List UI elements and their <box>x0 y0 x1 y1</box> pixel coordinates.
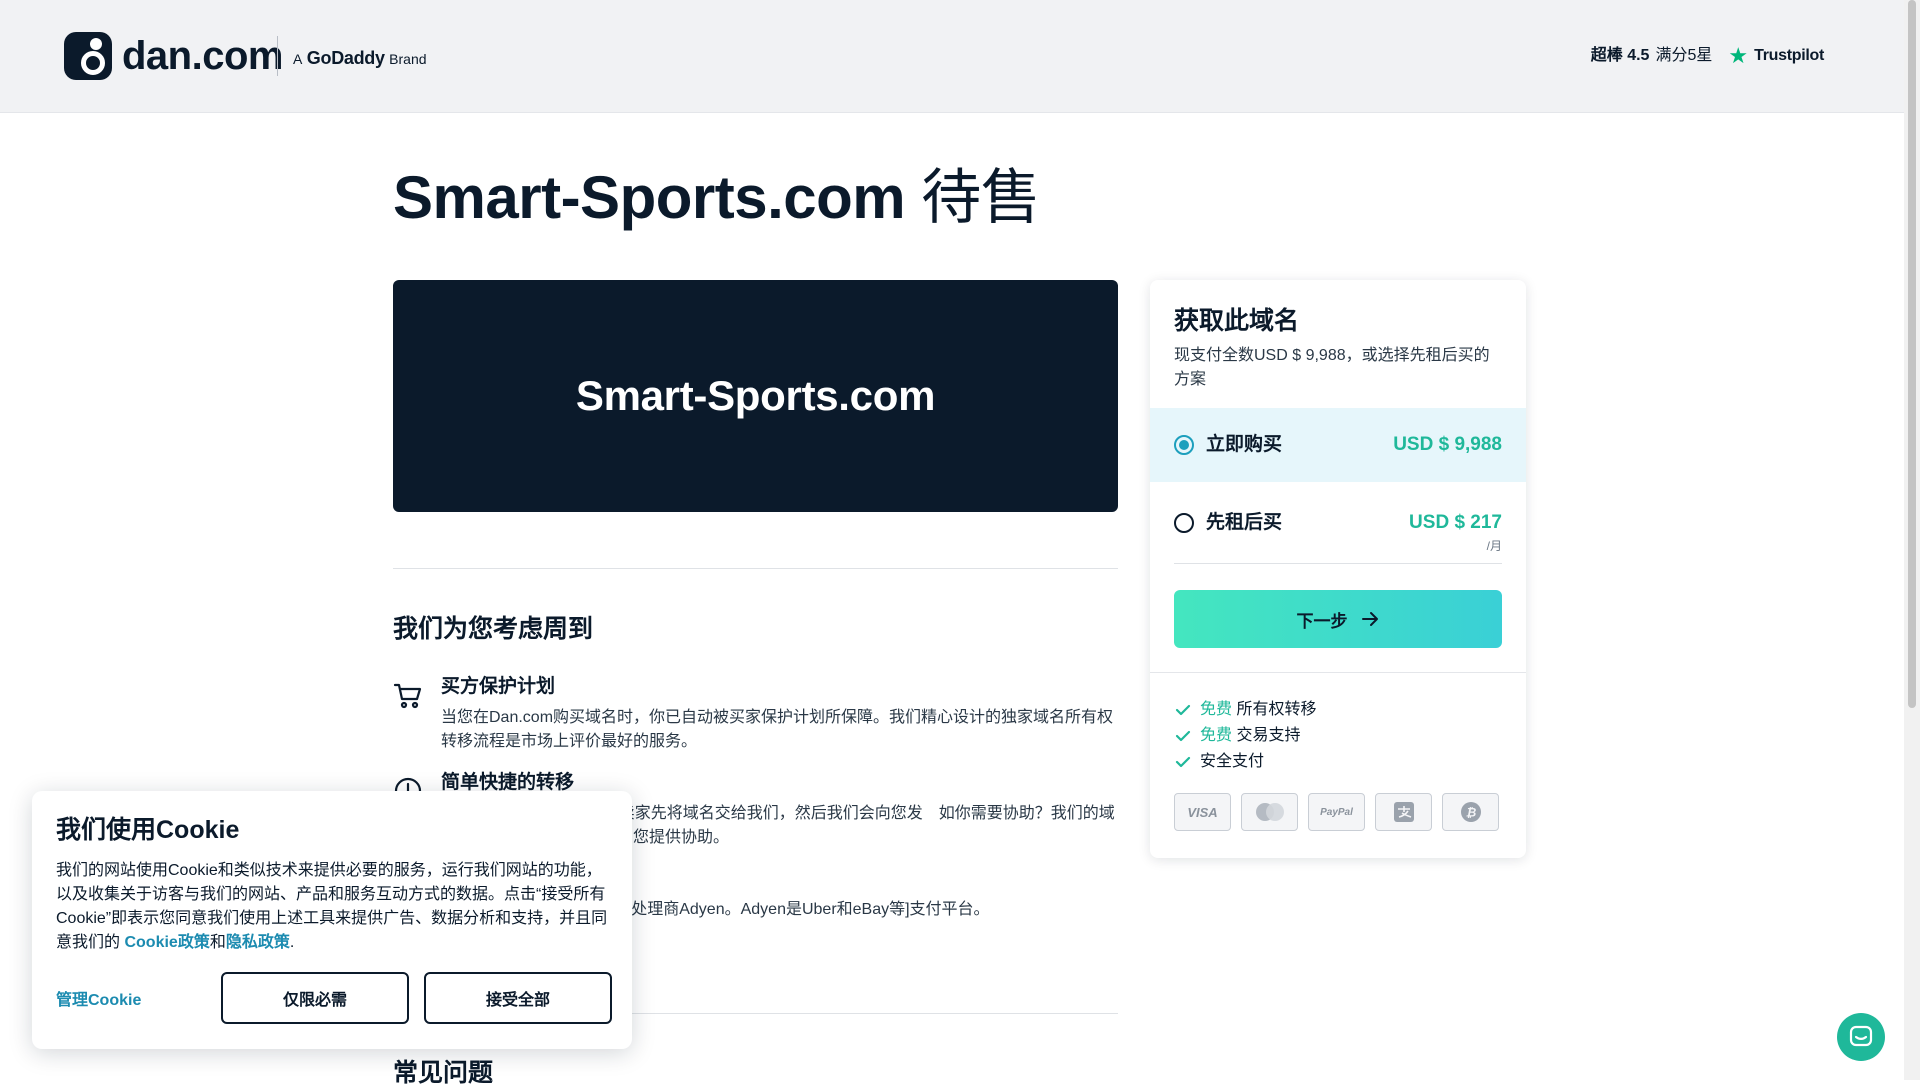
cookie-period: . <box>289 934 295 951</box>
features-title: 我们为您考虑周到 <box>393 615 594 643</box>
scrollbar-thumb[interactable] <box>1908 0 1916 708</box>
faq-title: 常见问题 <box>393 1059 494 1087</box>
domain-hero-banner: Smart-Sports.com <box>393 280 1118 512</box>
option-price: USD $ 217 <box>1409 512 1502 533</box>
logo-text[interactable]: dan.com <box>122 30 283 82</box>
option-price: USD $ 9,988 <box>1393 434 1502 455</box>
paypal-icon: PayPal <box>1308 793 1365 831</box>
perk-secure-payment: 安全支付 <box>1174 750 1264 774</box>
cookie-title: 我们使用Cookie <box>56 816 240 844</box>
option-divider <box>1174 563 1502 564</box>
check-icon <box>1175 730 1191 742</box>
cookie-and: 和 <box>209 934 226 951</box>
cookie-policy-link[interactable]: Cookie政策 <box>124 934 209 951</box>
brand-prefix: A <box>293 51 303 67</box>
chat-button[interactable] <box>1837 1013 1885 1061</box>
cookie-banner: 我们使用Cookie 我们的网站使用Cookie和类似技术来提供必要的服务，运行… <box>32 791 632 1049</box>
purchase-title: 获取此域名 <box>1174 307 1300 335</box>
godaddy-brand: A GoDaddy Brand <box>293 48 427 70</box>
cookie-text: 我们的网站使用Cookie和类似技术来提供必要的服务，运行我们网站的功能，以及收… <box>56 859 608 955</box>
trust-text: 满分5星 <box>1655 47 1713 64</box>
page-title-suffix: 待售 <box>921 164 1041 231</box>
brand-suffix: Brand <box>389 51 427 67</box>
perk-ownership-transfer: 免费 所有权转移 <box>1174 698 1316 722</box>
option-buy-now[interactable]: 立即购买 USD $ 9,988 <box>1150 408 1526 482</box>
perk-text: 交易支持 <box>1236 727 1301 744</box>
feature-desc: 当您在Dan.com购买域名时，你已自动被买家保护计划所保障。我们精心设计的独家… <box>441 709 1114 750</box>
perk-text: 安全支付 <box>1200 753 1265 770</box>
perk-text: 所有权转移 <box>1236 701 1317 718</box>
option-label: 先租后买 <box>1206 512 1283 533</box>
page-title: Smart-Sports.com 待售 <box>393 162 1041 234</box>
feature-title: 买方保护计划 <box>441 676 556 697</box>
payment-methods: VISA PayPal ₿ <box>1174 793 1499 831</box>
purchase-subtitle: 现支付全数USD $ 9,988，或选择先租后买的方案 <box>1174 347 1490 388</box>
trustpilot-brand: Trustpilot <box>1754 47 1824 64</box>
site-header: dan.com A GoDaddy Brand 超棒 4.5 满分5星 ★ Tr… <box>0 0 1904 113</box>
alipay-icon <box>1375 793 1432 831</box>
chat-icon <box>1849 1025 1873 1047</box>
purchase-card: 获取此域名 现支付全数USD $ 9,988，或选择先租后买的方案 立即购买 U… <box>1150 280 1526 858</box>
hero-domain: Smart-Sports.com <box>575 372 936 419</box>
visa-icon: VISA <box>1174 793 1231 831</box>
brand-name: GoDaddy <box>306 48 385 68</box>
radio-lease-to-own[interactable] <box>1174 513 1194 533</box>
dan-logo-icon[interactable] <box>64 32 112 80</box>
perk-free: 免费 <box>1200 727 1233 744</box>
radio-buy-now[interactable] <box>1174 435 1194 455</box>
check-icon <box>1175 704 1191 716</box>
divider <box>393 568 1118 569</box>
check-icon <box>1175 756 1191 768</box>
perk-free: 免费 <box>1200 701 1233 718</box>
option-label: 立即购买 <box>1206 434 1283 455</box>
arrow-right-icon <box>1361 612 1378 626</box>
cart-icon <box>393 683 422 709</box>
logo-divider <box>277 36 278 76</box>
trustpilot-rating[interactable]: 超棒 4.5 满分5星 ★ Trustpilot <box>1590 43 1825 68</box>
accept-all-button[interactable]: 接受全部 <box>424 972 612 1024</box>
next-button-label: 下一步 <box>1296 611 1348 631</box>
feature-buyer-protection: 买方保护计划 当您在Dan.com购买域名时，你已自动被买家保护计划所保障。我们… <box>393 674 1118 754</box>
bitcoin-icon: ₿ <box>1442 793 1499 831</box>
trustpilot-star-icon: ★ <box>1728 43 1749 68</box>
privacy-policy-link[interactable]: 隐私政策 <box>226 934 290 951</box>
page-title-domain: Smart-Sports.com <box>393 164 906 231</box>
next-button[interactable]: 下一步 <box>1174 590 1502 648</box>
svg-text:₿: ₿ <box>1465 806 1476 820</box>
manage-cookie-link[interactable]: 管理Cookie <box>56 989 141 1013</box>
trust-rating: 超棒 4.5 <box>1590 47 1650 64</box>
option-lease-to-own[interactable]: 先租后买 USD $ 217 /月 <box>1150 482 1526 564</box>
option-per-month: /月 <box>1486 539 1502 553</box>
perk-transaction-support: 免费 交易支持 <box>1174 724 1300 748</box>
card-divider <box>1150 672 1526 673</box>
necessary-only-button[interactable]: 仅限必需 <box>221 972 409 1024</box>
mastercard-icon <box>1241 793 1298 831</box>
